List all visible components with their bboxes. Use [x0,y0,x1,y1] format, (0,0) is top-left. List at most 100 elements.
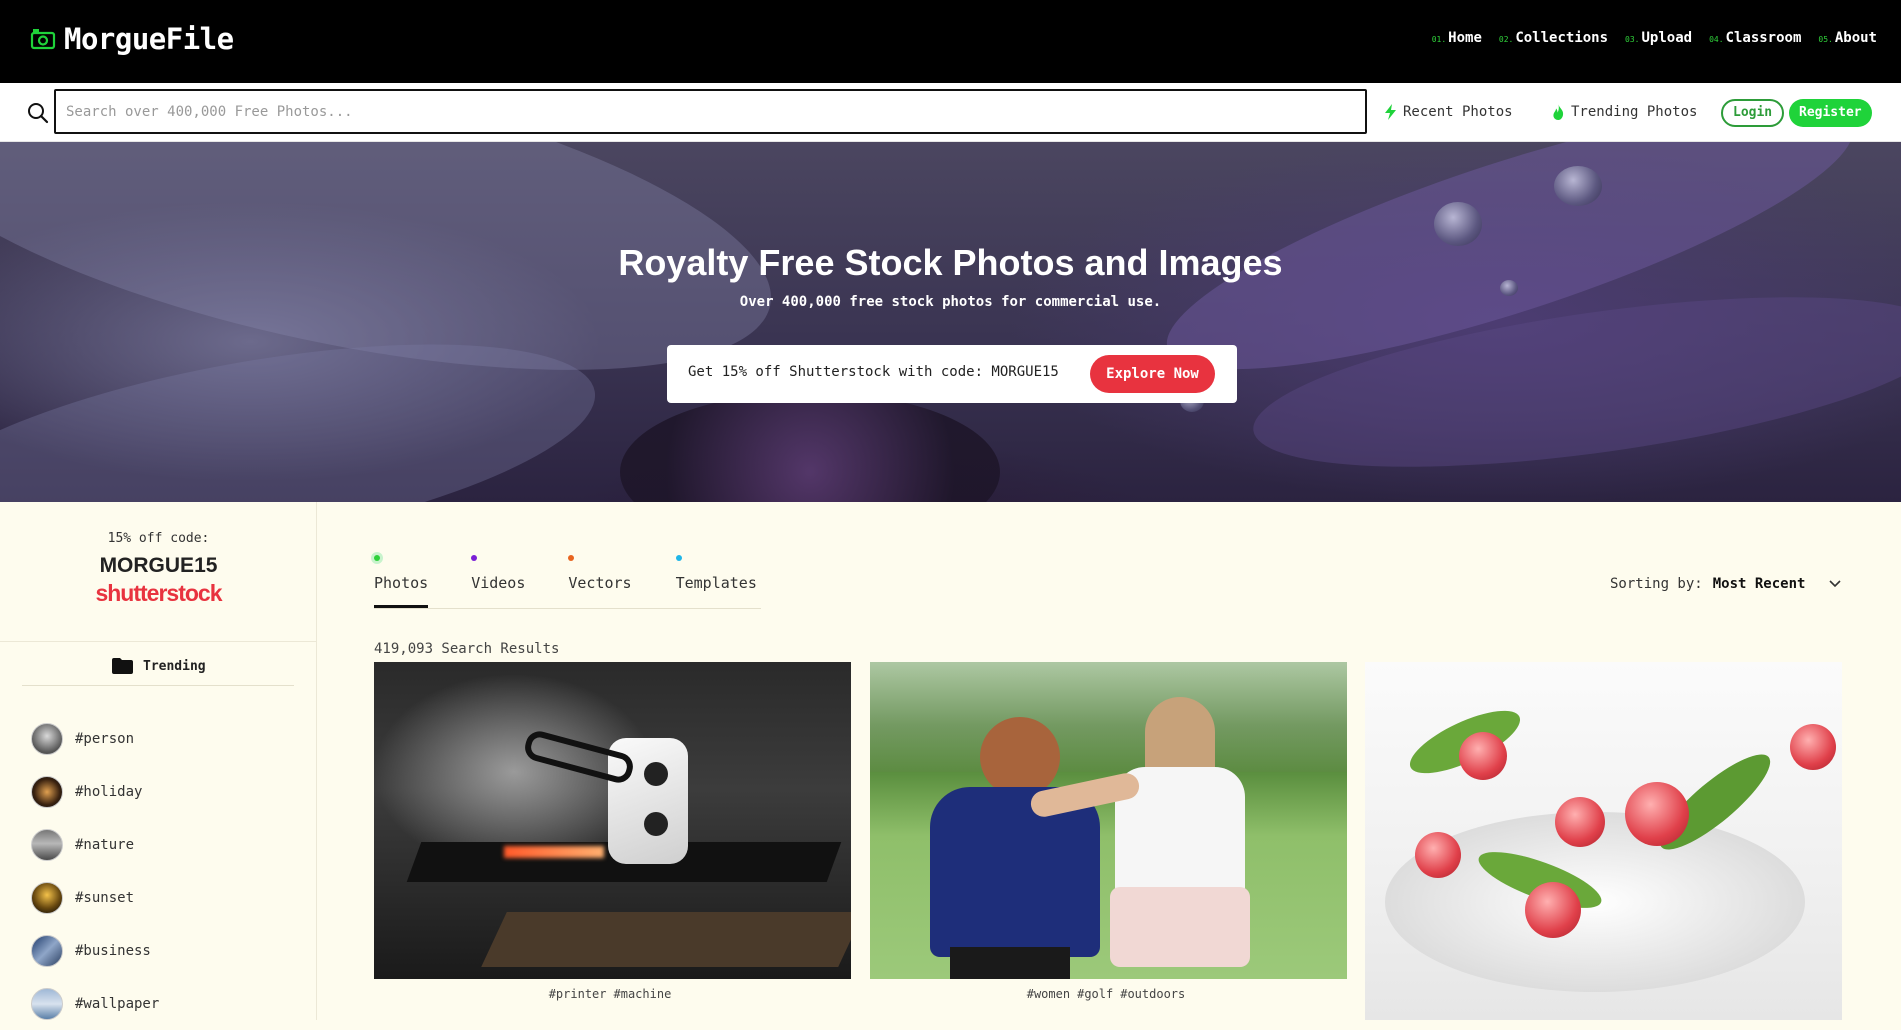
tag-thumbnail [31,828,63,861]
photo-tags: #women #golf #outdoors [870,987,1347,1001]
tab-photos[interactable]: Photos [374,555,429,608]
chevron-down-icon [1829,580,1842,588]
hero-water-drop [1554,166,1602,206]
tag-link[interactable]: #women [1027,987,1070,1001]
photo-detail [1415,832,1461,878]
trending-photos-label: Trending Photos [1571,104,1698,120]
tag-holiday[interactable]: #holiday [31,765,159,818]
register-button[interactable]: Register [1789,99,1872,127]
explore-now-button[interactable]: Explore Now [1090,355,1215,393]
logo-text: MorgueFile [64,22,234,56]
tab-dot [471,555,478,561]
tag-nature[interactable]: #nature [31,818,159,871]
photo-detail [481,912,851,967]
tag-link[interactable]: #printer [549,987,607,1001]
trending-tag-list: #person #holiday #nature #sunset #busine… [31,712,159,1030]
lightning-icon [1385,104,1396,120]
photo-card[interactable]: #printer #machine [374,662,851,1001]
tag-business[interactable]: #business [31,924,159,977]
tag-wallpaper[interactable]: #wallpaper [31,977,159,1030]
divider [0,641,317,642]
photo-detail [644,812,668,836]
tab-videos[interactable]: Videos [471,555,525,608]
photo-detail [930,787,1100,957]
photo-detail [1625,782,1689,846]
sort-label: Sorting by: [1610,576,1703,592]
photo-golf[interactable] [870,662,1347,979]
nav-label: Classroom [1725,30,1802,46]
tag-link[interactable]: #machine [614,987,672,1001]
logo[interactable]: MorgueFile [30,22,234,56]
nav-home[interactable]: 01. Home [1432,30,1482,46]
discount-code: MORGUE15 [99,554,218,577]
photo-detail [1790,724,1836,770]
nav-number: 05. [1818,35,1833,44]
hero-banner: Royalty Free Stock Photos and Images Ove… [0,142,1901,502]
photo-detail [644,762,668,786]
tag-label: #person [75,730,135,747]
tag-thumbnail [31,775,63,808]
tabs-underline [374,608,761,609]
tag-thumbnail [31,934,63,967]
folder-icon [112,658,133,674]
top-navbar: MorgueFile 01. Home 02. Collections 03. Upl… [0,0,1901,83]
tab-templates[interactable]: Templates [675,555,757,608]
tag-person[interactable]: #person [31,712,159,765]
tag-sunset[interactable]: #sunset [31,871,159,924]
photo-detail [1459,732,1507,780]
nav-number: 03. [1625,35,1640,44]
promo-text: Get 15% off Shutterstock with code: MORG… [688,364,1059,380]
nav-label: Upload [1641,30,1693,46]
photo-detail [1555,797,1605,847]
nav-classroom[interactable]: 04. Classroom [1709,30,1801,46]
hero-flower-center [620,392,1000,502]
nav-upload[interactable]: 03. Upload [1625,30,1692,46]
media-type-tabs: Photos Videos Vectors Templates [374,555,757,608]
sort-value: Most Recent [1712,576,1806,592]
tag-link[interactable]: #outdoors [1120,987,1185,1001]
sidebar: 15% off code: MORGUE15 shutterstock Tren… [0,502,317,1020]
main-nav: 01. Home 02. Collections 03. Upload 04. Clas… [1432,30,1877,46]
photo-detail [1110,887,1250,967]
login-button[interactable]: Login [1721,99,1785,127]
recent-photos-link[interactable]: Recent Photos [1384,104,1513,120]
photo-detail [980,717,1060,797]
tab-dot [568,555,575,561]
search-result-count: 419,093 Search Results [374,641,560,657]
tab-dot [675,555,682,561]
tab-vectors[interactable]: Vectors [568,555,632,608]
search-icon[interactable] [27,102,49,124]
camera-icon [30,29,56,50]
sort-dropdown[interactable]: Sorting by: Most Recent [1610,576,1842,592]
tag-label: #wallpaper [75,995,160,1012]
tag-label: #holiday [75,783,143,800]
photo-printer[interactable] [374,662,851,979]
photo-tags: #printer #machine [374,987,851,1001]
tag-thumbnail [31,987,63,1020]
search-bar: Recent Photos Trending Photos Login Regi… [0,83,1901,142]
tab-dot [374,555,380,561]
nav-about[interactable]: 05. About [1818,30,1877,46]
hero-water-drop [1434,202,1482,246]
photo-berries[interactable] [1365,662,1842,1020]
tab-label: Templates [675,574,757,592]
photo-detail [950,947,1070,979]
nav-label: About [1834,30,1877,46]
tag-label: #business [75,942,151,959]
tag-link[interactable]: #golf [1077,987,1113,1001]
shutterstock-logo[interactable]: shutterstock [0,580,317,607]
trending-label: Trending [143,658,206,674]
photo-card[interactable]: #women #golf #outdoors [870,662,1347,1001]
discount-code-label: 15% off code: [107,531,210,546]
nav-number: 01. [1431,35,1447,44]
photo-card[interactable] [1365,662,1842,1020]
trending-photos-link[interactable]: Trending Photos [1552,104,1697,120]
tab-label: Vectors [568,574,632,592]
photo-detail [1525,882,1581,938]
recent-photos-label: Recent Photos [1403,104,1513,120]
nav-collections[interactable]: 02. Collections [1499,30,1608,46]
tag-thumbnail [31,881,63,914]
nav-label: Home [1448,30,1482,46]
search-input[interactable] [54,89,1367,134]
trending-header[interactable]: Trending [112,658,206,674]
